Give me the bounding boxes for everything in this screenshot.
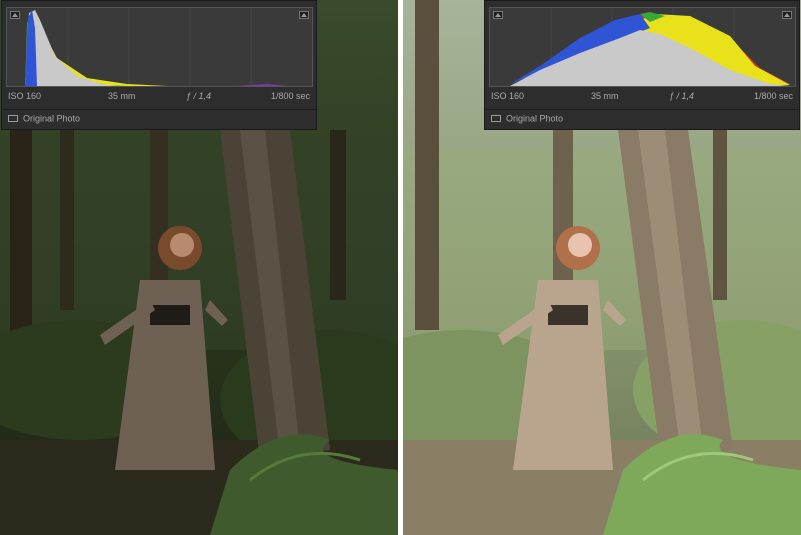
exif-info-after: ISO 160 35 mm ƒ / 1,4 1/800 sec (491, 91, 793, 105)
iso-value: ISO 160 (491, 91, 525, 101)
shutter-speed-value: 1/800 sec (753, 91, 793, 101)
original-photo-label: Original Photo (23, 113, 81, 124)
panel-separator (485, 109, 799, 110)
histogram-graph-after (510, 8, 790, 86)
highlight-clipping-icon[interactable] (299, 11, 309, 19)
focal-length-value: 35 mm (108, 91, 136, 101)
exif-info-before: ISO 160 35 mm ƒ / 1,4 1/800 sec (8, 91, 310, 105)
focal-length-value: 35 mm (591, 91, 619, 101)
panel-separator (2, 109, 316, 110)
aperture-value: ƒ / 1,4 (186, 91, 212, 101)
checkbox-icon[interactable] (491, 115, 501, 123)
aperture-value: ƒ / 1,4 (669, 91, 695, 101)
iso-value: ISO 160 (8, 91, 42, 101)
histogram-panel-before: ISO 160 35 mm ƒ / 1,4 1/800 sec Original… (1, 0, 317, 130)
histogram-after (489, 7, 796, 87)
histogram-before (6, 7, 313, 87)
shadow-clipping-icon[interactable] (493, 11, 503, 19)
histogram-graph-before (25, 8, 287, 86)
original-photo-label: Original Photo (506, 113, 564, 124)
shutter-speed-value: 1/800 sec (270, 91, 310, 101)
shadow-clipping-icon[interactable] (10, 11, 20, 19)
highlight-clipping-icon[interactable] (782, 11, 792, 19)
original-photo-toggle[interactable]: Original Photo (491, 113, 563, 127)
original-photo-toggle[interactable]: Original Photo (8, 113, 80, 127)
histogram-panel-after: ISO 160 35 mm ƒ / 1,4 1/800 sec Original… (484, 0, 800, 130)
checkbox-icon[interactable] (8, 115, 18, 123)
